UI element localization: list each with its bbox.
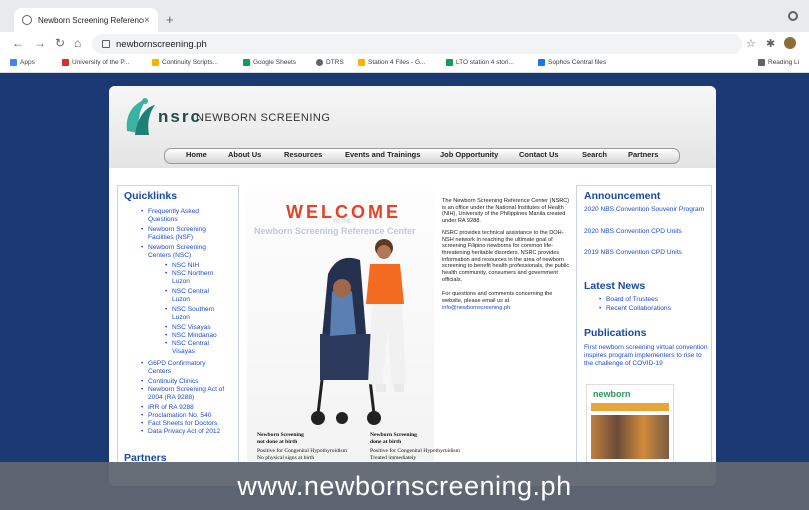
link-nsc-northern-luzon[interactable]: NSC Northern Luzon (165, 270, 222, 286)
link-nsc-nih[interactable]: NSC NIH (165, 262, 232, 270)
lock-icon (102, 40, 110, 48)
reload-icon[interactable]: ↻ (55, 36, 65, 50)
news-item[interactable]: Recent Collaborations (599, 305, 706, 313)
link-irr[interactable]: IRR of RA 9288 (141, 404, 230, 412)
address-bar[interactable]: newbornscreening.ph (92, 34, 742, 54)
url-text: newbornscreening.ph (116, 38, 207, 50)
drive-icon (152, 59, 159, 66)
globe-icon (22, 15, 32, 25)
nav-job-opportunity[interactable]: Job Opportunity (440, 150, 498, 159)
link-data-privacy[interactable]: Data Privacy Act of 2012 (141, 428, 232, 436)
link-fact-sheets[interactable]: Fact Sheets for Doctors (141, 420, 230, 428)
news-item[interactable]: Board of Trustees (599, 296, 706, 304)
link-nsc-visayas[interactable]: NSC Visayas (165, 324, 232, 332)
link-faq[interactable]: Frequently Asked Questions (141, 208, 230, 224)
apps-grid-icon (10, 59, 17, 66)
tab-title: Newborn Screening Reference (38, 15, 144, 25)
quicklinks-title: Quicklinks (124, 190, 178, 202)
globe-icon (316, 59, 323, 66)
publications-title: Publications (584, 327, 647, 339)
new-tab-button[interactable]: + (166, 12, 174, 27)
nav-about-us[interactable]: About Us (228, 150, 261, 159)
nav-home[interactable]: Home (186, 150, 207, 159)
intro-text: The Newborn Screening Reference Center (… (442, 198, 570, 312)
link-continuity-clinics[interactable]: Continuity Clinics (141, 378, 230, 386)
announcement-item[interactable]: 2019 NBS Convention CPD Units (584, 249, 708, 257)
link-g6pd[interactable]: G6PD Confirmatory Centers (141, 360, 228, 376)
bookmark-sophos[interactable]: Sophos Central files (538, 59, 606, 66)
announcement-item[interactable]: 2020 NBS Convention CPD Units (584, 228, 708, 236)
url-caption-banner: www.newbornscreening.ph (0, 462, 809, 510)
caption-left-line2: No physical signs at birth (257, 455, 315, 461)
bookmark-lto[interactable]: LTO station 4 stori... (446, 59, 514, 66)
close-tab-icon[interactable]: × (144, 15, 158, 26)
bookmarks-bar: Apps University of the P... Continuity S… (0, 56, 809, 73)
gmail-icon (62, 59, 69, 66)
link-nsc-southern-luzon[interactable]: NSC Southern Luzon (165, 306, 222, 322)
home-icon[interactable]: ⌂ (74, 36, 81, 50)
sheets-icon (446, 59, 453, 66)
welcome-to-text: TO THE (333, 219, 352, 225)
sheets-icon (243, 59, 250, 66)
back-arrow-icon[interactable]: ← (12, 36, 24, 50)
children-stroller-illustration (311, 239, 406, 425)
nav-contact-us[interactable]: Contact Us (519, 150, 559, 159)
bookmark-sheets[interactable]: Google Sheets (243, 59, 296, 66)
convention-poster-image[interactable]: newborn (586, 384, 674, 464)
url-caption-text: www.newbornscreening.ph (237, 470, 572, 501)
reading-list[interactable]: Reading Li (758, 59, 799, 66)
link-nbs-act[interactable]: Newborn Screening Act of 2004 (RA 9288) (141, 386, 230, 402)
caption-right-line2: Treated immediately (370, 455, 417, 461)
nav-resources[interactable]: Resources (284, 150, 322, 159)
bookmark-apps[interactable]: Apps (10, 59, 35, 66)
publication-item[interactable]: First newborn screening virtual conventi… (584, 344, 708, 368)
puzzle-icon[interactable]: ✱ (766, 37, 775, 50)
link-nsc-central-luzon[interactable]: NSC Central Luzon (165, 288, 222, 304)
caption-right-title: Newborn Screening (370, 432, 417, 438)
caption-left-sub: not done at birth (257, 439, 298, 445)
site-brand-subtitle: NEWBORN SCREENING (196, 112, 331, 124)
nav-events[interactable]: Events and Trainings (345, 150, 420, 159)
bookmark-up[interactable]: University of the P... (62, 59, 129, 66)
caption-right-line1: Positive for Congenital Hypothyroidism (370, 448, 460, 454)
latest-news-title: Latest News (584, 280, 646, 292)
nsrc-logo-icon[interactable] (123, 95, 157, 137)
intro-paragraph-2: NSRC provides technical assistance to th… (442, 229, 570, 283)
bookmark-station4[interactable]: Station 4 Files - G... (358, 59, 425, 66)
link-nsc[interactable]: Newborn Screening Centers (NSC) (141, 244, 230, 260)
link-proclamation[interactable]: Proclamation No. 540 (141, 412, 230, 420)
bookmark-continuity[interactable]: Continuity Scripts... (152, 59, 218, 66)
star-icon[interactable]: ☆ (746, 37, 756, 50)
forward-arrow-icon[interactable]: → (34, 36, 46, 50)
announcement-title: Announcement (584, 190, 661, 202)
contact-email-link[interactable]: info@newbornscreening.ph (442, 305, 510, 311)
avatar[interactable] (784, 37, 796, 49)
caption-left-line1: Positive for Congenital Hypothyroidism (257, 448, 347, 454)
browser-tab[interactable]: Newborn Screening Reference × (14, 8, 158, 32)
nav-search[interactable]: Search (582, 150, 607, 159)
reading-list-icon (758, 59, 765, 66)
intro-paragraph-3: For questions and comments concerning th… (442, 291, 553, 305)
link-nsc-central-visayas[interactable]: NSC Central Visayas (165, 340, 222, 356)
link-nsc-mindanao[interactable]: NSC Mindanao (165, 332, 232, 340)
caption-left-title: Newborn Screening (257, 432, 304, 438)
announcement-item[interactable]: 2020 NBS Convention Souvenir Program (584, 206, 708, 214)
sophos-icon (538, 59, 545, 66)
link-nsf[interactable]: Newborn Screening Facilities (NSF) (141, 226, 230, 242)
intro-paragraph-1: The Newborn Screening Reference Center (… (442, 198, 570, 225)
extension-icon[interactable] (788, 11, 798, 21)
caption-right-sub: done at birth (370, 439, 402, 445)
drive-icon (358, 59, 365, 66)
bookmark-dtrs[interactable]: DTRS (316, 59, 344, 66)
nav-partners[interactable]: Partners (628, 150, 658, 159)
poster-brand: newborn (593, 389, 631, 399)
